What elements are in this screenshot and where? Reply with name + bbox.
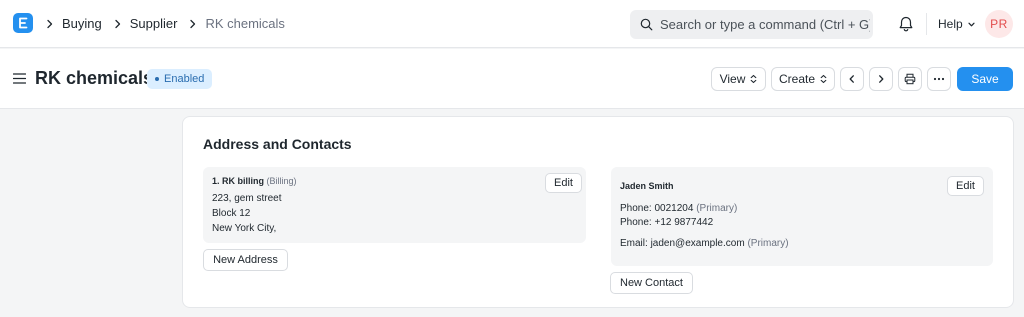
select-arrows-icon (820, 74, 827, 84)
chevron-right-icon (879, 75, 884, 83)
search-input[interactable] (660, 17, 870, 32)
address-line-1: 223, gem street (212, 193, 282, 204)
contact-phone-1: Phone: 0021204 (Primary) (620, 203, 737, 214)
address-title: 1. RK billing (Billing) (212, 176, 297, 186)
contact-name: Jaden Smith (620, 181, 674, 191)
section-title: Address and Contacts (203, 136, 352, 152)
view-button-label: View (719, 72, 746, 86)
chevron-right-icon (115, 19, 120, 28)
email-label: Email: (620, 238, 648, 249)
chevron-right-icon (190, 19, 196, 28)
new-contact-button[interactable]: New Contact (610, 272, 693, 294)
view-button[interactable]: View (711, 67, 766, 91)
more-actions-button[interactable] (927, 67, 951, 91)
address-type: (Billing) (266, 176, 297, 186)
contact-phone-2: Phone: +12 9877442 (620, 217, 713, 228)
breadcrumb-supplier[interactable]: Supplier (130, 16, 178, 31)
phone-label: Phone: (620, 217, 652, 228)
email-value: jaden@example.com (650, 238, 745, 249)
avatar[interactable]: PR (985, 10, 1013, 38)
contact-card: Jaden Smith Phone: 0021204 (Primary) Pho… (611, 167, 993, 266)
phone-value: 0021204 (654, 203, 694, 214)
address-line-2: Block 12 (212, 208, 251, 219)
breadcrumb-buying[interactable]: Buying (62, 16, 102, 31)
chevron-down-icon (968, 22, 975, 26)
printer-icon (904, 73, 916, 85)
edit-address-button[interactable]: Edit (545, 173, 582, 193)
status-badge: Enabled (147, 69, 213, 89)
page-title: RK chemicals (35, 68, 154, 88)
sidebar-toggle-icon[interactable] (13, 73, 26, 84)
contact-email: Email: jaden@example.com (Primary) (620, 238, 789, 249)
top-navbar: Buying Supplier RK chemicals Help PR (0, 0, 1024, 48)
breadcrumb: Buying Supplier RK chemicals (44, 16, 295, 31)
save-button[interactable]: Save (957, 67, 1013, 91)
breadcrumb-current[interactable]: RK chemicals (205, 16, 284, 31)
status-dot-icon (155, 77, 159, 81)
search-bar[interactable] (630, 10, 873, 39)
print-button[interactable] (898, 67, 922, 91)
previous-record-button[interactable] (840, 67, 864, 91)
create-button-label: Create (778, 72, 816, 86)
email-primary-tag: (Primary) (747, 238, 789, 249)
new-address-button[interactable]: New Address (203, 249, 288, 271)
address-line-3: New York City, (212, 223, 277, 234)
create-button[interactable]: Create (771, 67, 835, 91)
app-logo-icon[interactable] (13, 13, 33, 33)
phone-primary-tag: (Primary) (696, 203, 738, 214)
page-header: RK chemicals Enabled View Create Save (0, 49, 1024, 109)
phone-label: Phone: (620, 203, 652, 214)
notification-bell-icon[interactable] (897, 15, 915, 33)
help-label: Help (938, 17, 963, 31)
status-badge-label: Enabled (164, 73, 205, 85)
help-dropdown[interactable]: Help (938, 17, 976, 31)
more-horizontal-icon (933, 77, 945, 81)
phone-value: +12 9877442 (654, 217, 714, 228)
next-record-button[interactable] (869, 67, 893, 91)
select-arrows-icon (751, 74, 757, 84)
address-card: 1. RK billing (Billing) 223, gem street … (203, 167, 586, 243)
edit-contact-button[interactable]: Edit (947, 176, 984, 196)
chevron-right-icon (47, 19, 53, 28)
address-name: 1. RK billing (212, 176, 265, 186)
search-icon (640, 18, 653, 31)
navbar-divider (926, 13, 927, 35)
chevron-left-icon (849, 75, 854, 83)
address-contacts-card: Address and Contacts 1. RK billing (Bill… (182, 116, 1014, 308)
